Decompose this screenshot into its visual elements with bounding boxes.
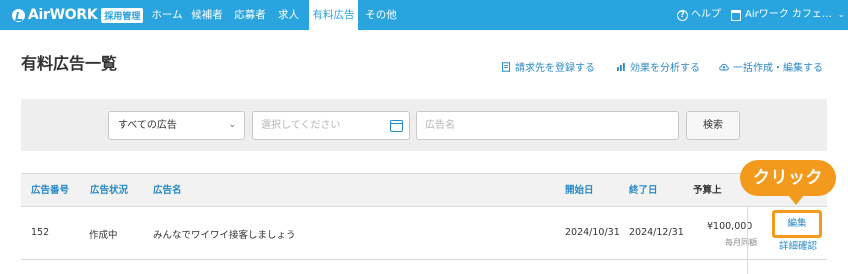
chevron-down-icon: ⌄ xyxy=(837,10,845,19)
click-callout: クリック xyxy=(740,160,836,196)
search-button[interactable]: 検索 xyxy=(686,111,740,140)
top-nav: AirWORK 採用管理 ホーム 候補者 応募者 求人 有料広告 その他 ? ヘ… xyxy=(0,0,848,30)
logo-text: AirWORK xyxy=(28,7,98,23)
nav-jobs[interactable]: 求人 xyxy=(272,0,305,30)
store-icon xyxy=(731,9,741,21)
nav-applicants[interactable]: 応募者 xyxy=(229,0,271,30)
help-label: ヘルプ xyxy=(691,9,721,20)
header-start[interactable]: 開始日 xyxy=(565,174,594,207)
help-icon: ? xyxy=(677,9,688,21)
table-row: 152 作成中 みんなでワイワイ接客しましょう 2024/10/31 2024/… xyxy=(21,207,827,260)
header-status[interactable]: 広告状況 xyxy=(90,174,128,207)
logo-badge: 採用管理 xyxy=(101,7,144,23)
cell-budget-note: 毎月同額 xyxy=(725,238,757,247)
header-name[interactable]: 広告名 xyxy=(153,174,182,207)
detail-link[interactable]: 詳細確認 xyxy=(779,238,817,252)
ad-name-input[interactable]: 広告名 xyxy=(416,111,679,140)
ad-name-placeholder: 広告名 xyxy=(425,120,455,131)
date-placeholder: 選択してください xyxy=(261,120,341,131)
chevron-down-icon: ⌄ xyxy=(228,120,236,130)
document-icon xyxy=(502,61,510,72)
cell-name: みんなでワイワイ接客しましょう xyxy=(153,230,296,241)
help-link[interactable]: ? ヘルプ xyxy=(677,0,721,30)
bulk-edit-link[interactable]: 一括作成・編集する xyxy=(719,59,823,74)
logo-mark-icon xyxy=(12,8,25,22)
cell-status: 作成中 xyxy=(89,230,118,241)
bulk-edit-label: 一括作成・編集する xyxy=(733,63,823,74)
header-end[interactable]: 終了日 xyxy=(629,174,658,207)
edit-button[interactable]: 編集 xyxy=(772,210,822,238)
nav-other[interactable]: その他 xyxy=(361,0,401,30)
account-menu[interactable]: Airワーク カフェ… ⌄ xyxy=(731,0,845,30)
cell-budget: ¥100,000 xyxy=(707,221,753,232)
register-billing-link[interactable]: 請求先を登録する xyxy=(501,59,595,74)
ad-type-select[interactable]: すべての広告 ⌄ xyxy=(108,111,245,140)
search-panel: すべての広告 ⌄ 選択してください 広告名 検索 xyxy=(21,99,827,151)
nav-candidates[interactable]: 候補者 xyxy=(186,0,228,30)
cell-start: 2024/10/31 xyxy=(565,227,620,238)
nav-paid-ads[interactable]: 有料広告 xyxy=(309,0,358,30)
page-title: 有料広告一覧 xyxy=(21,54,118,73)
table-header: 広告番号 広告状況 広告名 開始日 終了日 予算上 xyxy=(21,173,827,207)
register-billing-label: 請求先を登録する xyxy=(515,63,595,74)
header-ad-no[interactable]: 広告番号 xyxy=(31,174,69,207)
header-budget: 予算上 xyxy=(693,185,722,196)
column-divider xyxy=(747,207,748,274)
cell-end: 2024/12/31 xyxy=(629,227,684,238)
account-label: Airワーク カフェ… xyxy=(745,9,832,20)
date-range-input[interactable]: 選択してください xyxy=(252,111,410,140)
calendar-icon[interactable] xyxy=(390,120,403,132)
callout-pointer xyxy=(788,195,804,205)
cloud-upload-icon xyxy=(719,63,729,70)
airwork-logo[interactable]: AirWORK 採用管理 xyxy=(12,7,144,23)
cell-ad-no: 152 xyxy=(31,227,50,238)
ad-type-value: すべての広告 xyxy=(118,120,177,131)
analyze-link[interactable]: 効果を分析する xyxy=(616,59,700,74)
analyze-label: 効果を分析する xyxy=(630,63,700,74)
bar-chart-icon xyxy=(617,62,625,71)
